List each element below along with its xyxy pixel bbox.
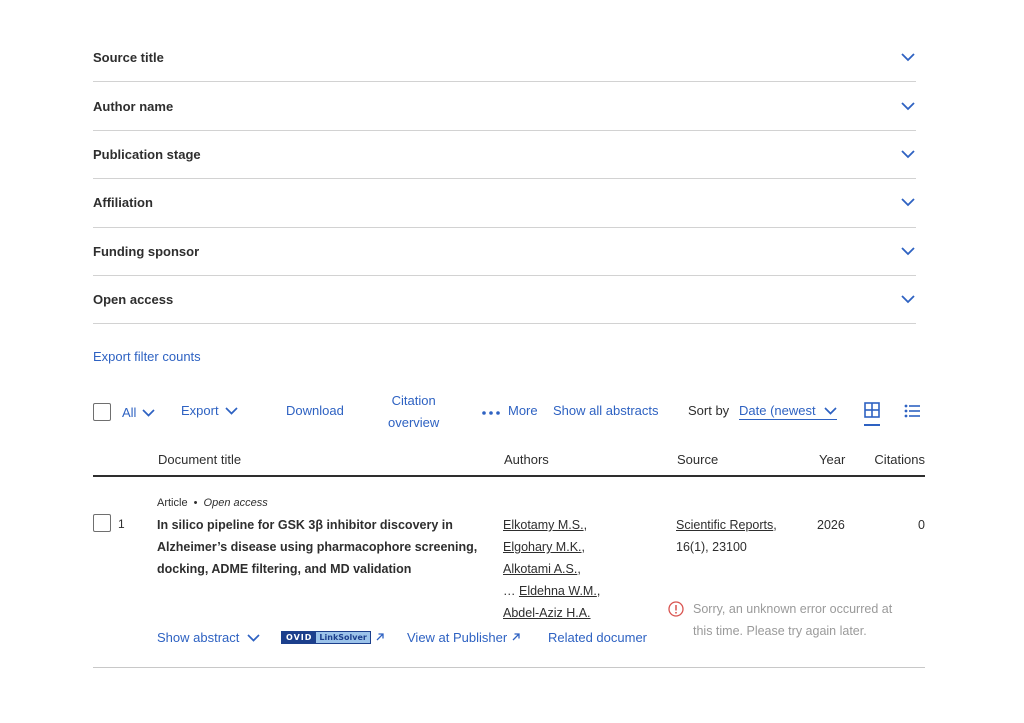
grid-view-icon xyxy=(864,402,880,426)
export-label: Export xyxy=(181,403,219,418)
related-documents-link[interactable]: Related documer xyxy=(548,630,654,645)
chevron-down-icon[interactable] xyxy=(900,146,916,162)
download-button[interactable]: Download xyxy=(286,403,344,418)
filter-publication-stage[interactable]: Publication stage xyxy=(93,131,916,180)
column-header-document-title[interactable]: Document title xyxy=(158,452,241,467)
filter-label: Source title xyxy=(93,50,164,66)
chevron-down-icon xyxy=(823,403,837,418)
author-ellipsis: … xyxy=(503,584,516,598)
linksolver-text: LinkSolver xyxy=(316,632,370,643)
filter-label: Funding sponsor xyxy=(93,243,200,259)
filter-label: Author name xyxy=(93,98,174,114)
row-number: 1 xyxy=(118,517,125,531)
citations-count[interactable]: 0 xyxy=(918,514,925,536)
author-link[interactable]: Alkotami A.S. xyxy=(503,562,577,576)
chevron-down-icon[interactable] xyxy=(900,195,916,211)
show-abstract-button[interactable]: Show abstract xyxy=(157,630,260,645)
column-header-source[interactable]: Source xyxy=(677,452,718,467)
external-link-icon xyxy=(511,630,521,645)
chevron-down-icon[interactable] xyxy=(142,405,156,420)
select-all-checkbox[interactable] xyxy=(93,403,111,421)
sort-select[interactable]: Date (newest xyxy=(739,403,837,420)
error-text-line: Sorry, an unknown error occurred at xyxy=(693,602,893,616)
open-access-label: Open access xyxy=(203,497,268,509)
document-title-line[interactable]: In silico pipeline for GSK 3β inhibitor … xyxy=(157,514,492,536)
column-header-year[interactable]: Year xyxy=(819,452,845,467)
chevron-down-icon xyxy=(247,630,260,645)
row-actions: Show abstract OVID LinkSolver View at Pu… xyxy=(157,630,657,652)
filter-label: Open access xyxy=(93,292,174,308)
chevron-down-icon[interactable] xyxy=(900,50,916,66)
filter-author-name[interactable]: Author name xyxy=(93,82,916,131)
error-text-line: this time. Please try again later. xyxy=(693,624,867,638)
show-all-abstracts-label: Show all abstracts xyxy=(553,403,659,418)
document-meta: Article • Open access xyxy=(157,497,268,509)
filter-funding-sponsor[interactable]: Funding sponsor xyxy=(93,228,916,276)
citation-overview-line2: overview xyxy=(388,415,440,430)
linksolver-link[interactable]: OVID LinkSolver xyxy=(281,630,385,645)
linksolver-logo: OVID LinkSolver xyxy=(281,631,371,644)
sort-value: Date (newest xyxy=(739,403,816,418)
error-info-icon xyxy=(668,601,684,617)
select-all-checkbox-group[interactable]: All xyxy=(93,403,156,421)
related-documents-label: Related documer xyxy=(548,630,647,645)
source-info: Scientific Reports, 16(1), 23100 xyxy=(676,514,777,558)
list-view-button[interactable] xyxy=(904,404,920,421)
chevron-down-icon[interactable] xyxy=(900,292,916,308)
author-link[interactable]: Elkotamy M.S. xyxy=(503,518,584,532)
year-value: 2026 xyxy=(817,518,845,532)
document-title-line[interactable]: Alzheimer’s disease using pharmacophore … xyxy=(157,536,492,558)
select-all-label[interactable]: All xyxy=(122,405,136,420)
column-header-citations[interactable]: Citations xyxy=(874,452,925,467)
show-all-abstracts-button[interactable]: Show all abstracts xyxy=(553,403,659,418)
chevron-down-icon xyxy=(224,403,238,418)
error-message: Sorry, an unknown error occurred at this… xyxy=(668,598,928,642)
document-type: Article xyxy=(157,497,188,509)
filter-open-access[interactable]: Open access xyxy=(93,276,916,325)
citation-overview-line1: Citation xyxy=(391,393,436,408)
filter-label: Affiliation xyxy=(93,195,153,211)
export-button[interactable]: Export xyxy=(181,403,238,418)
filter-panel: Source title Author name Publication sta… xyxy=(93,34,916,325)
more-button[interactable]: More xyxy=(482,403,538,418)
document-title[interactable]: In silico pipeline for GSK 3β inhibitor … xyxy=(157,514,492,580)
more-dots-icon xyxy=(482,403,500,418)
citation-overview-button[interactable]: Citation overview xyxy=(388,390,439,434)
row-checkbox[interactable] xyxy=(93,514,111,532)
source-detail: 16(1), 23100 xyxy=(676,540,747,554)
chevron-down-icon[interactable] xyxy=(900,98,916,114)
meta-separator: • xyxy=(193,497,198,509)
show-abstract-label: Show abstract xyxy=(157,630,240,645)
chevron-down-icon[interactable] xyxy=(900,243,916,259)
export-filter-counts-link[interactable]: Export filter counts xyxy=(93,349,201,364)
author-list: Elkotamy M.S., Elgohary M.K., Alkotami A… xyxy=(503,518,601,620)
filter-affiliation[interactable]: Affiliation xyxy=(93,179,916,228)
download-label: Download xyxy=(286,403,344,418)
filter-label: Publication stage xyxy=(93,146,201,162)
results-table-header: Document title Authors Source Year Citat… xyxy=(93,446,925,477)
list-view-icon xyxy=(904,404,920,421)
author-link[interactable]: Eldehna W.M. xyxy=(519,584,597,598)
filter-source-title[interactable]: Source title xyxy=(93,34,916,83)
author-link[interactable]: Abdel-Aziz H.A. xyxy=(503,606,591,620)
column-header-authors[interactable]: Authors xyxy=(504,452,549,467)
linksolver-ovid-text: OVID xyxy=(282,632,317,643)
sort-by-label: Sort by xyxy=(688,403,730,418)
source-link[interactable]: Scientific Reports xyxy=(676,518,773,532)
external-link-icon xyxy=(375,630,385,645)
more-label: More xyxy=(508,403,538,418)
view-at-publisher-link[interactable]: View at Publisher xyxy=(407,630,521,645)
grid-view-button[interactable] xyxy=(864,402,880,426)
table-row: 1 Article • Open access In silico pipeli… xyxy=(93,478,925,668)
results-toolbar: All Export Download Citation overview Mo… xyxy=(93,390,925,434)
author-link[interactable]: Elgohary M.K. xyxy=(503,540,582,554)
document-title-line[interactable]: docking, ADME filtering, and MD validati… xyxy=(157,558,492,580)
view-at-publisher-label: View at Publisher xyxy=(407,630,508,645)
